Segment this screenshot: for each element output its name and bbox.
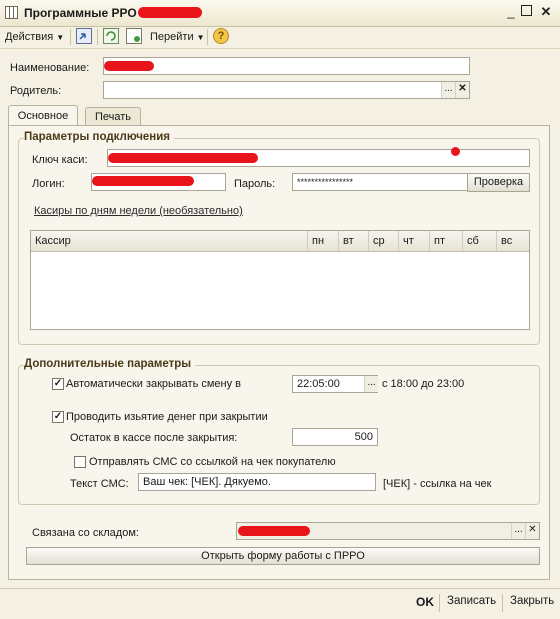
cashier-table[interactable]: Кассир пн вт ср чт пт сб вс bbox=[30, 230, 530, 330]
time-select-button[interactable]: ... bbox=[364, 376, 378, 392]
bottom-bar: OK Записать Закрыть bbox=[0, 588, 560, 619]
check-button[interactable]: Проверка bbox=[467, 173, 530, 192]
toolbar-separator bbox=[207, 29, 208, 45]
tab-main[interactable]: Основное bbox=[8, 105, 78, 126]
password-label: Пароль: bbox=[234, 178, 276, 190]
sms-text-label: Текст СМС: bbox=[70, 478, 129, 490]
close-window-icon[interactable]: ✕ bbox=[538, 4, 554, 20]
password-input[interactable]: **************** bbox=[292, 173, 468, 191]
redaction-mark bbox=[138, 7, 202, 18]
table-header: Кассир пн вт ср чт пт сб вс bbox=[31, 231, 529, 252]
parent-label: Родитель: bbox=[10, 85, 62, 97]
save-button[interactable]: Записать bbox=[447, 595, 496, 607]
auto-close-range: с 18:00 до 23:00 bbox=[382, 378, 465, 390]
open-prro-form-button[interactable]: Открыть форму работы с ПРРО bbox=[26, 547, 540, 565]
auto-close-checkbox[interactable]: ✓ bbox=[52, 378, 64, 390]
parent-input[interactable]: ... ✕ bbox=[103, 81, 470, 99]
clear-icon[interactable]: ✕ bbox=[525, 523, 539, 539]
goto-menu-label: Перейти bbox=[150, 31, 194, 43]
app-icon bbox=[5, 6, 18, 19]
redaction-mark bbox=[108, 153, 258, 163]
extra-group-title: Дополнительные параметры bbox=[24, 358, 196, 370]
minimize-icon[interactable]: _ bbox=[503, 4, 519, 20]
sms-text-input[interactable]: Ваш чек: [ЧЕК]. Дякуемо. bbox=[138, 473, 376, 491]
auto-close-label: Автоматически закрывать смену в bbox=[66, 378, 242, 390]
toolbar-separator bbox=[70, 29, 71, 45]
withdraw-label: Проводить изьятие денег при закрытии bbox=[66, 411, 268, 423]
column-header[interactable]: сб bbox=[462, 231, 496, 251]
redaction-mark bbox=[104, 61, 154, 71]
column-header[interactable]: вт bbox=[338, 231, 368, 251]
sms-label: Отправлять СМС со ссылкой на чек покупат… bbox=[89, 456, 336, 468]
sms-checkbox[interactable] bbox=[74, 456, 86, 468]
window-title: Программные РРО bbox=[24, 6, 137, 20]
goto-menu[interactable]: Перейти ▼ bbox=[150, 29, 205, 45]
login-label: Логин: bbox=[32, 178, 65, 190]
toolbar-separator bbox=[97, 29, 98, 45]
refresh-icon[interactable] bbox=[103, 28, 119, 44]
name-label: Наименование: bbox=[10, 62, 90, 74]
tab-print[interactable]: Печать bbox=[85, 107, 141, 126]
remainder-input[interactable]: 500 bbox=[292, 428, 378, 446]
key-label: Ключ каси: bbox=[32, 154, 88, 166]
ok-button[interactable]: OK bbox=[416, 595, 434, 609]
actions-menu[interactable]: Действия ▼ bbox=[5, 29, 64, 45]
redaction-mark bbox=[92, 176, 194, 186]
connection-group-title: Параметры подключения bbox=[24, 131, 175, 143]
name-input[interactable] bbox=[103, 57, 470, 75]
column-header[interactable]: ср bbox=[368, 231, 398, 251]
footer-separator bbox=[439, 594, 440, 612]
withdraw-checkbox[interactable]: ✓ bbox=[52, 411, 64, 423]
column-header[interactable]: пт bbox=[429, 231, 462, 251]
chevron-down-icon: ▼ bbox=[196, 33, 205, 42]
column-header[interactable]: чт bbox=[398, 231, 429, 251]
title-bar: Программные РРО _ ✕ bbox=[0, 0, 560, 27]
sms-hint: [ЧЕК] - ссылка на чек bbox=[383, 478, 492, 490]
actions-menu-label: Действия bbox=[5, 31, 54, 43]
select-button[interactable]: ... bbox=[511, 523, 525, 539]
warehouse-label: Связана со складом: bbox=[32, 527, 139, 539]
redaction-mark bbox=[238, 526, 310, 536]
select-button[interactable]: ... bbox=[441, 82, 455, 98]
chevron-down-icon: ▼ bbox=[56, 33, 65, 42]
close-button[interactable]: Закрыть bbox=[510, 595, 554, 607]
help-icon[interactable]: ? bbox=[213, 28, 229, 44]
column-header[interactable]: Кассир bbox=[31, 231, 307, 251]
remainder-label: Остаток в кассе после закрытия: bbox=[70, 432, 238, 444]
toolbar: Действия ▼ Перейти ▼ ? bbox=[0, 26, 560, 49]
column-header[interactable]: вс bbox=[496, 231, 529, 251]
copy-doc-icon[interactable] bbox=[126, 28, 142, 44]
footer-separator bbox=[502, 594, 503, 612]
save-icon[interactable] bbox=[76, 28, 92, 44]
clear-icon[interactable]: ✕ bbox=[455, 82, 469, 98]
redaction-mark bbox=[451, 147, 460, 156]
maximize-icon[interactable] bbox=[521, 5, 532, 16]
cashiers-link[interactable]: Касиры по дням недели (необязательно) bbox=[34, 205, 243, 217]
column-header[interactable]: пн bbox=[307, 231, 338, 251]
